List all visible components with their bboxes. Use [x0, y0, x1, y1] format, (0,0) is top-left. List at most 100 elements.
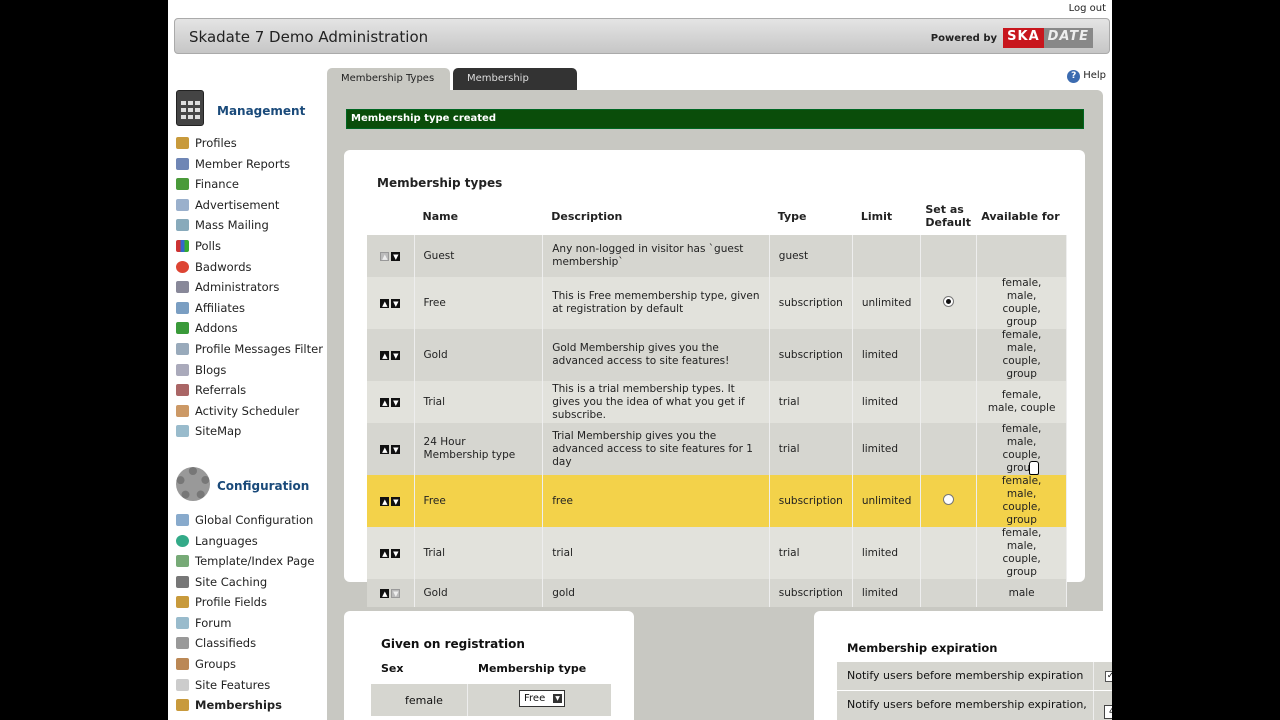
move-down-icon[interactable]: ▼ [391, 397, 401, 407]
membership-types-table: Name Description Type Limit Set as Defaul… [367, 197, 1067, 607]
filter-icon [176, 342, 189, 355]
sidebar-item-advertisement[interactable]: Advertisement [168, 195, 328, 216]
sidebar-item-site-caching[interactable]: Site Caching [168, 572, 328, 593]
move-down-icon[interactable]: ▼ [391, 548, 401, 558]
sidebar-item-polls[interactable]: Polls [168, 236, 328, 257]
sidebar-item-mass-mailing[interactable]: Mass Mailing [168, 215, 328, 236]
type-description: This is Free memembership type, given at… [543, 277, 770, 329]
membership-types-title: Membership types [377, 176, 503, 190]
type-available: male [977, 579, 1067, 607]
sidebar-item-blogs[interactable]: Blogs [168, 360, 328, 381]
type-limit: limited [852, 329, 922, 381]
membership-type-select[interactable]: Free ▼ [519, 690, 565, 707]
move-up-icon[interactable]: ▲ [380, 588, 390, 598]
type-name[interactable]: Free [414, 277, 544, 329]
sidebar-item-activity-scheduler[interactable]: Activity Scheduler [168, 401, 328, 422]
sidebar-item-label: Finance [195, 177, 239, 192]
registration-row: female Free ▼ [371, 684, 611, 716]
default-radio[interactable] [943, 493, 955, 505]
sidebar-item-global-configuration[interactable]: Global Configuration [168, 510, 328, 531]
sidebar-item-groups[interactable]: Groups [168, 654, 328, 675]
type-kind: subscription [769, 475, 853, 527]
type-name[interactable]: Guest [414, 235, 544, 277]
help-link[interactable]: ? Help [1067, 70, 1106, 83]
stop-icon [176, 260, 189, 273]
sidebar-item-label: Badwords [195, 259, 252, 274]
move-down-icon[interactable]: ▼ [391, 444, 401, 454]
move-up-icon[interactable]: ▲ [380, 298, 390, 308]
logo-right: DATE [1043, 28, 1093, 48]
move-down-icon[interactable]: ▼ [391, 588, 401, 598]
default-cell [921, 579, 978, 607]
type-kind: guest [769, 235, 853, 277]
type-name[interactable]: Free [414, 475, 544, 527]
sidebar-item-finance[interactable]: Finance [168, 174, 328, 195]
chat-icon [176, 616, 189, 629]
template-icon [176, 555, 189, 568]
logout-link[interactable]: Log out [1069, 3, 1106, 14]
type-limit: unlimited [852, 475, 922, 527]
type-available: female, male, couple [977, 381, 1067, 423]
sidebar-item-sitemap[interactable]: SiteMap [168, 421, 328, 442]
type-name[interactable]: Trial [414, 527, 544, 579]
move-up-icon[interactable]: ▲ [380, 251, 390, 261]
sidebar: Management Profiles Member Reports Finan… [168, 88, 328, 716]
notify-days-input[interactable]: 4 [1104, 705, 1112, 719]
users-icon [176, 699, 189, 712]
sidebar-item-site-features[interactable]: Site Features [168, 675, 328, 696]
notify-row: Notify users before membership expiratio… [837, 662, 1112, 690]
sidebar-item-classifieds[interactable]: Classifieds [168, 633, 328, 654]
sidebar-item-label: Memberships [195, 698, 282, 713]
sidebar-item-badwords[interactable]: Badwords [168, 257, 328, 278]
sidebar-item-label: Addons [195, 321, 238, 336]
move-down-icon[interactable]: ▼ [391, 298, 401, 308]
document-icon [176, 678, 189, 691]
col-set-default-line2: Default [925, 216, 972, 229]
referral-icon [176, 384, 189, 397]
sidebar-item-member-reports[interactable]: Member Reports [168, 154, 328, 175]
sidebar-item-profile-fields[interactable]: Profile Fields [168, 592, 328, 613]
move-up-icon[interactable]: ▲ [380, 548, 390, 558]
move-up-icon[interactable]: ▲ [380, 350, 390, 360]
col-name: Name [422, 209, 459, 223]
move-down-icon[interactable]: ▼ [391, 496, 401, 506]
gear-icon [176, 466, 210, 501]
move-down-icon[interactable]: ▼ [391, 350, 401, 360]
notify-checkbox[interactable]: ✓ [1105, 671, 1112, 682]
sidebar-item-label: Site Features [195, 677, 271, 692]
sidebar-item-memberships[interactable]: Memberships [168, 695, 328, 716]
calculator-icon [176, 90, 204, 126]
sidebar-item-template-index-page[interactable]: Template/Index Page [168, 551, 328, 572]
tab-membership-services[interactable]: Membership Services [453, 68, 577, 106]
page-title: Skadate 7 Demo Administration [189, 28, 429, 46]
type-name[interactable]: Gold [414, 579, 544, 607]
management-section-header: Management [168, 88, 328, 128]
type-name[interactable]: Trial [414, 381, 544, 423]
sidebar-item-label: Profile Fields [195, 595, 267, 610]
move-up-icon[interactable]: ▲ [380, 397, 390, 407]
tab-membership-types[interactable]: Membership Types [327, 68, 450, 90]
sidebar-item-languages[interactable]: Languages [168, 531, 328, 552]
registration-title: Given on registration [381, 637, 525, 651]
move-down-icon[interactable]: ▼ [391, 251, 401, 261]
sidebar-item-affiliates[interactable]: Affiliates [168, 298, 328, 319]
default-cell [921, 235, 978, 277]
move-up-icon[interactable]: ▲ [380, 496, 390, 506]
membership-type-selected: Free [524, 693, 546, 704]
success-notice: Membership type created [346, 109, 1084, 129]
default-radio[interactable] [943, 295, 955, 307]
sidebar-item-forum[interactable]: Forum [168, 613, 328, 634]
type-name[interactable]: Gold [414, 329, 544, 381]
default-cell [921, 527, 978, 579]
type-kind: subscription [769, 277, 853, 329]
type-available: female, male, couple, group [977, 423, 1067, 475]
move-up-icon[interactable]: ▲ [380, 444, 390, 454]
type-name[interactable]: 24 Hour Membership type [414, 423, 544, 475]
sidebar-item-referrals[interactable]: Referrals [168, 380, 328, 401]
sidebar-item-profile-messages-filter[interactable]: Profile Messages Filter [168, 339, 328, 360]
sidebar-item-administrators[interactable]: Administrators [168, 277, 328, 298]
configuration-title: Configuration [217, 478, 310, 493]
table-row: ▲ ▼ Free This is Free memembership type, … [367, 277, 1067, 329]
sidebar-item-addons[interactable]: Addons [168, 318, 328, 339]
sidebar-item-profiles[interactable]: Profiles [168, 133, 328, 154]
